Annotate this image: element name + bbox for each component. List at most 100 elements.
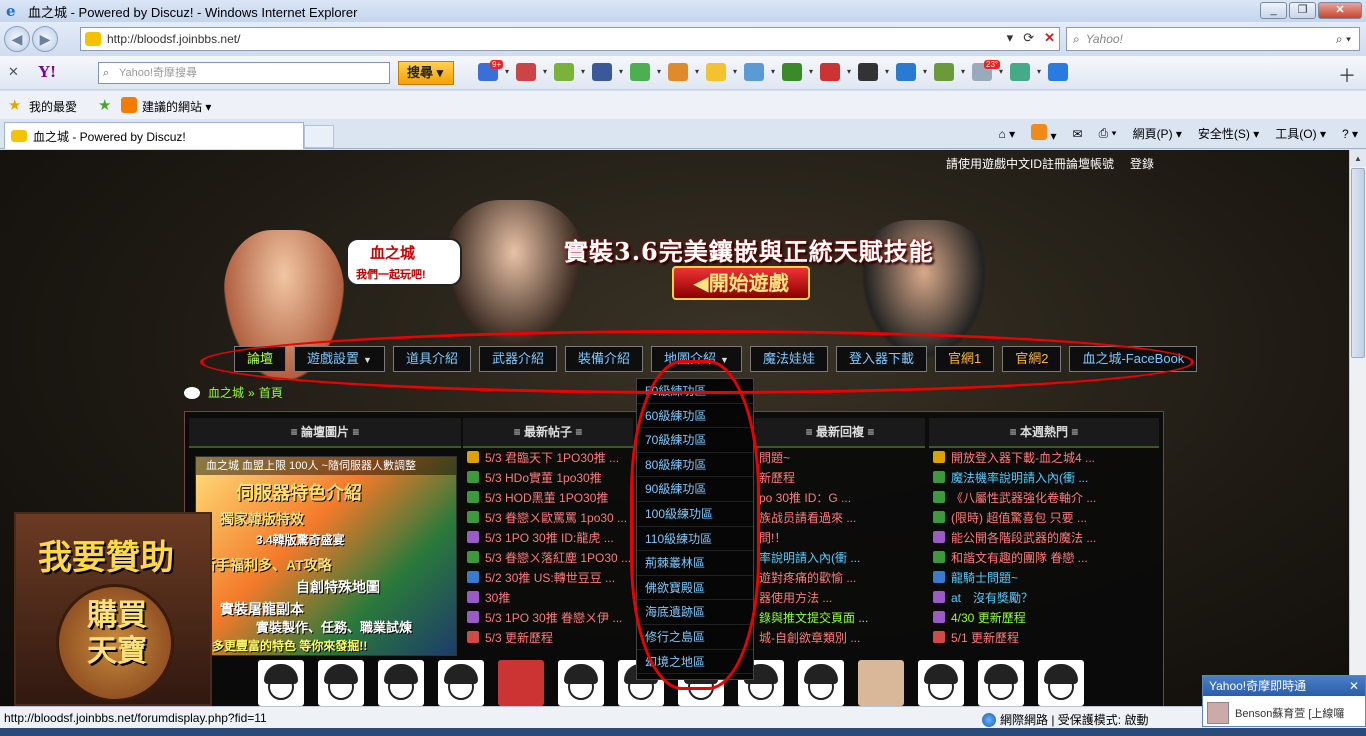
avatar[interactable] bbox=[558, 660, 604, 706]
list-item[interactable]: 龍騎士問題~ bbox=[929, 568, 1159, 588]
answers-icon[interactable]: ▾ bbox=[744, 63, 775, 81]
ie-icon[interactable] bbox=[1048, 63, 1068, 81]
avatar[interactable] bbox=[258, 660, 304, 706]
toolbar-close-icon[interactable]: ✕ bbox=[8, 64, 19, 80]
weather-icon[interactable]: 23° ▾ bbox=[972, 60, 1003, 81]
favorites-button[interactable]: 我的最愛 bbox=[29, 98, 77, 115]
list-item[interactable]: 魔法機率說明請入內(衝 ... bbox=[929, 468, 1159, 488]
add-button-icon[interactable]: ＋ bbox=[1338, 62, 1356, 88]
list-item[interactable]: at 沒有獎勵？ bbox=[929, 588, 1159, 608]
avatar[interactable] bbox=[798, 660, 844, 706]
print-icon[interactable]: ⎙ ▾ bbox=[1099, 126, 1117, 141]
map-dropdown-item[interactable]: 荊棘叢林區 bbox=[637, 551, 753, 576]
map-dropdown-item[interactable]: 幻境之地區 bbox=[637, 650, 753, 675]
games-icon[interactable]: ▾ bbox=[630, 63, 661, 81]
flag-icon[interactable]: ▾ bbox=[1010, 63, 1041, 81]
add-favorite-icon[interactable]: ★ bbox=[98, 96, 111, 114]
list-item[interactable]: 問題~ bbox=[755, 448, 925, 468]
help-icon[interactable]: ? ▾ bbox=[1342, 127, 1358, 141]
book-icon[interactable]: ▾ bbox=[934, 63, 965, 81]
list-item[interactable]: 5/3 眷戀ㄨ落紅塵 1PO30 ... bbox=[463, 548, 633, 568]
list-item[interactable]: 和諧文有趣的團隊 眷戀 ... bbox=[929, 548, 1159, 568]
list-item[interactable]: po 30推 ID：G ... bbox=[755, 488, 925, 508]
search-go-icon[interactable]: ⌕ ▾ bbox=[1336, 32, 1351, 47]
nav-official-2[interactable]: 官網2 bbox=[1002, 346, 1062, 372]
sponsor-banner[interactable]: 我要贊助 購買天寶 bbox=[14, 512, 212, 706]
list-item[interactable]: 能公開各階段武器的魔法 ... bbox=[929, 528, 1159, 548]
maximize-button[interactable]: ❐ bbox=[1289, 2, 1316, 19]
list-item[interactable]: 30推 bbox=[463, 588, 633, 608]
nav-magic-dolls[interactable]: 魔法娃娃 bbox=[749, 346, 828, 372]
nav-maps[interactable]: 地圖介紹 ▼ bbox=[651, 346, 742, 372]
yahoo-logo[interactable]: Y! bbox=[38, 62, 56, 82]
page-menu[interactable]: 網頁(P) ▾ bbox=[1133, 125, 1182, 142]
mail-icon[interactable]: 9+ ▾ bbox=[478, 60, 509, 81]
avatar[interactable] bbox=[498, 660, 544, 706]
shopping-icon[interactable]: ▾ bbox=[706, 63, 737, 81]
money-icon[interactable]: ▾ bbox=[782, 63, 813, 81]
list-item[interactable]: 新歷程 bbox=[755, 468, 925, 488]
map-dropdown-item[interactable]: 修行之島區 bbox=[637, 625, 753, 650]
bookmark-icon[interactable]: ▾ bbox=[554, 63, 585, 81]
suggested-sites-button[interactable]: 建議的網站 ▾ bbox=[142, 98, 211, 115]
list-item[interactable]: 族战员請看過來 ... bbox=[755, 508, 925, 528]
back-button[interactable]: ◀ bbox=[4, 26, 30, 52]
map-dropdown-item[interactable]: 110級練功區 bbox=[637, 527, 753, 552]
scroll-up-icon[interactable]: ▲ bbox=[1350, 150, 1366, 167]
list-item[interactable]: 5/3 1PO 30推 眷戀ㄨ伊 ... bbox=[463, 608, 633, 628]
list-item[interactable]: 《八屬性武器強化卷軸介 ... bbox=[929, 488, 1159, 508]
list-item[interactable]: 5/1 更新歷程 bbox=[929, 628, 1159, 648]
list-item[interactable]: 5/3 HOD黑董 1PO30推 bbox=[463, 488, 633, 508]
safety-menu[interactable]: 安全性(S) ▾ bbox=[1198, 125, 1259, 142]
nav-launcher-download[interactable]: 登入器下載 bbox=[835, 346, 927, 372]
map-dropdown-item[interactable]: 50級練功區 bbox=[637, 379, 753, 404]
yahoo-search-input[interactable]: ⌕ Yahoo!奇摩搜尋 bbox=[98, 62, 390, 84]
forum-picture[interactable]: 血之城 血盟上限 100人 ~隨伺服器人數調整 伺服器特色介紹 獨家韓版特效 3… bbox=[195, 456, 457, 656]
tab-active[interactable]: 血之城 - Powered by Discuz! bbox=[4, 122, 304, 149]
car-icon[interactable]: ▾ bbox=[820, 63, 851, 81]
register-hint-link[interactable]: 請使用遊戲中文ID註冊論壇帳號 bbox=[946, 155, 1114, 172]
list-item[interactable]: 5/3 君臨天下 1PO30推 ... bbox=[463, 448, 633, 468]
list-item[interactable]: 5/3 更新歷程 bbox=[463, 628, 633, 648]
nav-game-settings[interactable]: 遊戲設置 ▼ bbox=[294, 346, 385, 372]
security-zone[interactable]: 網際網路 | 受保護模式: 啟動 bbox=[982, 711, 1148, 728]
search-field[interactable]: ⌕ Yahoo! ⌕ ▾ bbox=[1066, 27, 1360, 51]
list-item[interactable]: 5/3 HDo實董 1po30推 bbox=[463, 468, 633, 488]
list-item[interactable]: 城-自創欲章類別 ... bbox=[755, 628, 925, 648]
map-dropdown-item[interactable]: 100級練功區 bbox=[637, 502, 753, 527]
map-dropdown-item[interactable]: 70級練功區 bbox=[637, 428, 753, 453]
facebook-icon[interactable]: ▾ bbox=[592, 63, 623, 81]
movie-icon[interactable]: ▾ bbox=[858, 63, 889, 81]
yahoo-search-button[interactable]: 搜尋 ▾ bbox=[398, 61, 454, 85]
list-item[interactable]: (限時) 超值驚喜包 只要 ... bbox=[929, 508, 1159, 528]
news-icon[interactable]: ▾ bbox=[896, 63, 927, 81]
nav-equipment[interactable]: 裝備介紹 bbox=[564, 346, 643, 372]
login-link[interactable]: 登錄 bbox=[1130, 155, 1154, 172]
breadcrumb-home[interactable]: 血之城 bbox=[208, 384, 244, 401]
forward-button[interactable]: ▶ bbox=[32, 26, 58, 52]
list-item[interactable]: 率說明請入內(衝 ... bbox=[755, 548, 925, 568]
nav-weapons[interactable]: 武器介紹 bbox=[478, 346, 557, 372]
avatar[interactable] bbox=[378, 660, 424, 706]
stop-icon[interactable]: ✕ bbox=[1044, 30, 1055, 46]
nav-facebook[interactable]: 血之城-FaceBook bbox=[1069, 346, 1198, 372]
list-item[interactable]: 5/3 1PO 30推 ID:龍虎 ... bbox=[463, 528, 633, 548]
feeds-icon[interactable]: ▾ bbox=[1031, 124, 1057, 143]
list-item[interactable]: 開放登入器下載-血之城4 ... bbox=[929, 448, 1159, 468]
list-item[interactable]: 器使用方法 ... bbox=[755, 588, 925, 608]
minimize-button[interactable]: _ bbox=[1260, 2, 1287, 19]
list-item[interactable]: 4/30 更新歷程 bbox=[929, 608, 1159, 628]
dropdown-arrow-icon[interactable]: ▾ bbox=[1007, 30, 1014, 46]
list-item[interactable]: 5/2 30推 US:轉世豆豆 ... bbox=[463, 568, 633, 588]
map-dropdown-item[interactable]: 60級練功區 bbox=[637, 404, 753, 429]
nav-official-1[interactable]: 官網1 bbox=[934, 346, 995, 372]
list-item[interactable]: 問!！ bbox=[755, 528, 925, 548]
map-dropdown-item[interactable]: 90級練功區 bbox=[637, 477, 753, 502]
calendar-icon[interactable]: ▾ bbox=[516, 63, 547, 81]
close-icon[interactable]: ✕ bbox=[1349, 676, 1359, 696]
scrollbar-thumb[interactable] bbox=[1351, 168, 1365, 358]
avatar[interactable] bbox=[438, 660, 484, 706]
messenger-icon[interactable]: ▾ bbox=[668, 63, 699, 81]
home-icon[interactable]: ⌂ ▾ bbox=[999, 127, 1016, 141]
list-item[interactable]: 5/3 眷戀ㄨ歐罵罵 1po30 ... bbox=[463, 508, 633, 528]
